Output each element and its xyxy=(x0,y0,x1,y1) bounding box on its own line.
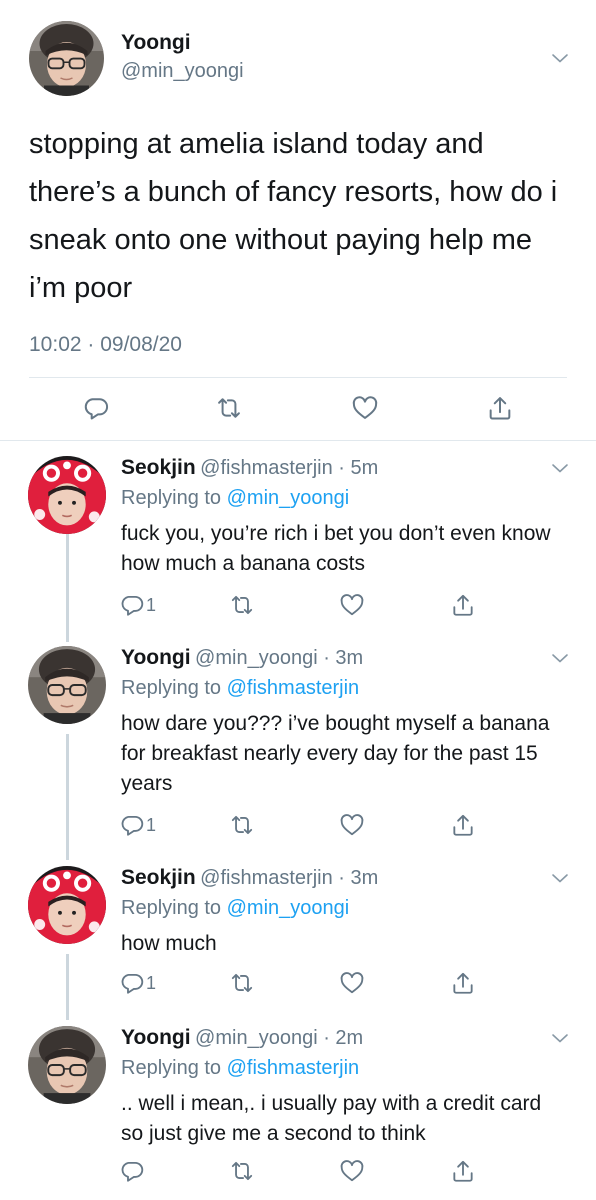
reply-header: Seokjin @fishmasterjin · 5m xyxy=(121,456,378,480)
tweet-age: 3m xyxy=(335,647,364,669)
avatar[interactable] xyxy=(28,1026,106,1104)
separator: · xyxy=(317,647,336,669)
tweet-age: 3m xyxy=(350,867,379,889)
avatar[interactable] xyxy=(29,21,104,96)
reply-count: 1 xyxy=(146,972,157,993)
share-icon[interactable] xyxy=(450,970,476,996)
tweet-timestamp[interactable]: 10:02 · 09/08/20 xyxy=(29,333,182,357)
replying-prefix: Replying to xyxy=(121,487,227,509)
reply-icon[interactable]: 1 xyxy=(119,812,156,838)
retweet-icon[interactable] xyxy=(229,812,255,838)
author-name[interactable]: Yoongi xyxy=(121,1026,191,1049)
replying-to-link[interactable]: @min_yoongi xyxy=(227,897,350,919)
replying-to: Replying to @min_yoongi xyxy=(121,897,349,920)
replying-to: Replying to @min_yoongi xyxy=(121,487,349,510)
avatar[interactable] xyxy=(28,866,106,944)
thread-connector xyxy=(66,954,69,1020)
reply-icon[interactable]: 1 xyxy=(119,970,156,996)
retweet-icon[interactable] xyxy=(229,970,255,996)
replying-to: Replying to @fishmasterjin xyxy=(121,1057,359,1080)
chevron-down-icon[interactable] xyxy=(548,866,572,890)
author-name[interactable]: Seokjin xyxy=(121,456,196,479)
replying-prefix: Replying to xyxy=(121,1057,227,1079)
share-icon[interactable] xyxy=(450,1158,476,1184)
separator: · xyxy=(332,867,351,889)
reply-count: 1 xyxy=(146,594,157,615)
separator: · xyxy=(317,1027,336,1049)
replying-to-link[interactable]: @fishmasterjin xyxy=(227,1057,360,1079)
author-handle[interactable]: @min_yoongi xyxy=(195,647,318,669)
share-icon[interactable] xyxy=(486,394,514,422)
avatar[interactable] xyxy=(28,456,106,534)
divider xyxy=(0,440,596,441)
reply-icon[interactable]: 1 xyxy=(119,592,156,618)
replying-to-link[interactable]: @min_yoongi xyxy=(227,487,350,509)
reply-text: how dare you??? i’ve bought myself a ban… xyxy=(121,712,550,795)
share-icon[interactable] xyxy=(450,812,476,838)
replying-to-link[interactable]: @fishmasterjin xyxy=(227,677,360,699)
like-icon[interactable] xyxy=(339,1158,365,1184)
author-name[interactable]: Yoongi xyxy=(121,646,191,669)
divider xyxy=(29,377,567,378)
like-icon[interactable] xyxy=(351,394,379,422)
chevron-down-icon[interactable] xyxy=(548,1026,572,1050)
thread-connector xyxy=(66,534,69,642)
author-handle[interactable]: @min_yoongi xyxy=(121,60,244,83)
reply-count: 1 xyxy=(146,814,157,835)
chevron-down-icon[interactable] xyxy=(548,456,572,480)
avatar[interactable] xyxy=(28,646,106,724)
retweet-icon[interactable] xyxy=(229,1158,255,1184)
author-name[interactable]: Yoongi xyxy=(121,31,191,55)
reply-header: Seokjin @fishmasterjin · 3m xyxy=(121,866,378,890)
share-icon[interactable] xyxy=(450,592,476,618)
like-icon[interactable] xyxy=(339,970,365,996)
reply-text: .. well i mean,. i usually pay with a cr… xyxy=(121,1092,542,1145)
reply-header: Yoongi @min_yoongi · 2m xyxy=(121,1026,363,1050)
author-handle[interactable]: @fishmasterjin xyxy=(200,457,333,479)
reply-text: fuck you, you’re rich i bet you don’t ev… xyxy=(121,522,551,575)
chevron-down-icon[interactable] xyxy=(548,646,572,670)
thread-connector xyxy=(66,734,69,860)
chevron-down-icon[interactable] xyxy=(548,46,572,70)
author-handle[interactable]: @fishmasterjin xyxy=(200,867,333,889)
tweet-age: 5m xyxy=(350,457,379,479)
like-icon[interactable] xyxy=(339,592,365,618)
reply-icon[interactable] xyxy=(82,394,110,422)
author-handle[interactable]: @min_yoongi xyxy=(195,1027,318,1049)
retweet-icon[interactable] xyxy=(215,394,243,422)
like-icon[interactable] xyxy=(339,812,365,838)
reply-icon[interactable] xyxy=(119,1158,146,1184)
tweet-text: stopping at amelia island today and ther… xyxy=(29,128,558,304)
separator: · xyxy=(332,457,351,479)
reply-header: Yoongi @min_yoongi · 3m xyxy=(121,646,363,670)
replying-prefix: Replying to xyxy=(121,897,227,919)
author-name[interactable]: Seokjin xyxy=(121,866,196,889)
tweet-age: 2m xyxy=(335,1027,364,1049)
retweet-icon[interactable] xyxy=(229,592,255,618)
replying-prefix: Replying to xyxy=(121,677,227,699)
reply-text: how much xyxy=(121,932,217,955)
replying-to: Replying to @fishmasterjin xyxy=(121,677,359,700)
